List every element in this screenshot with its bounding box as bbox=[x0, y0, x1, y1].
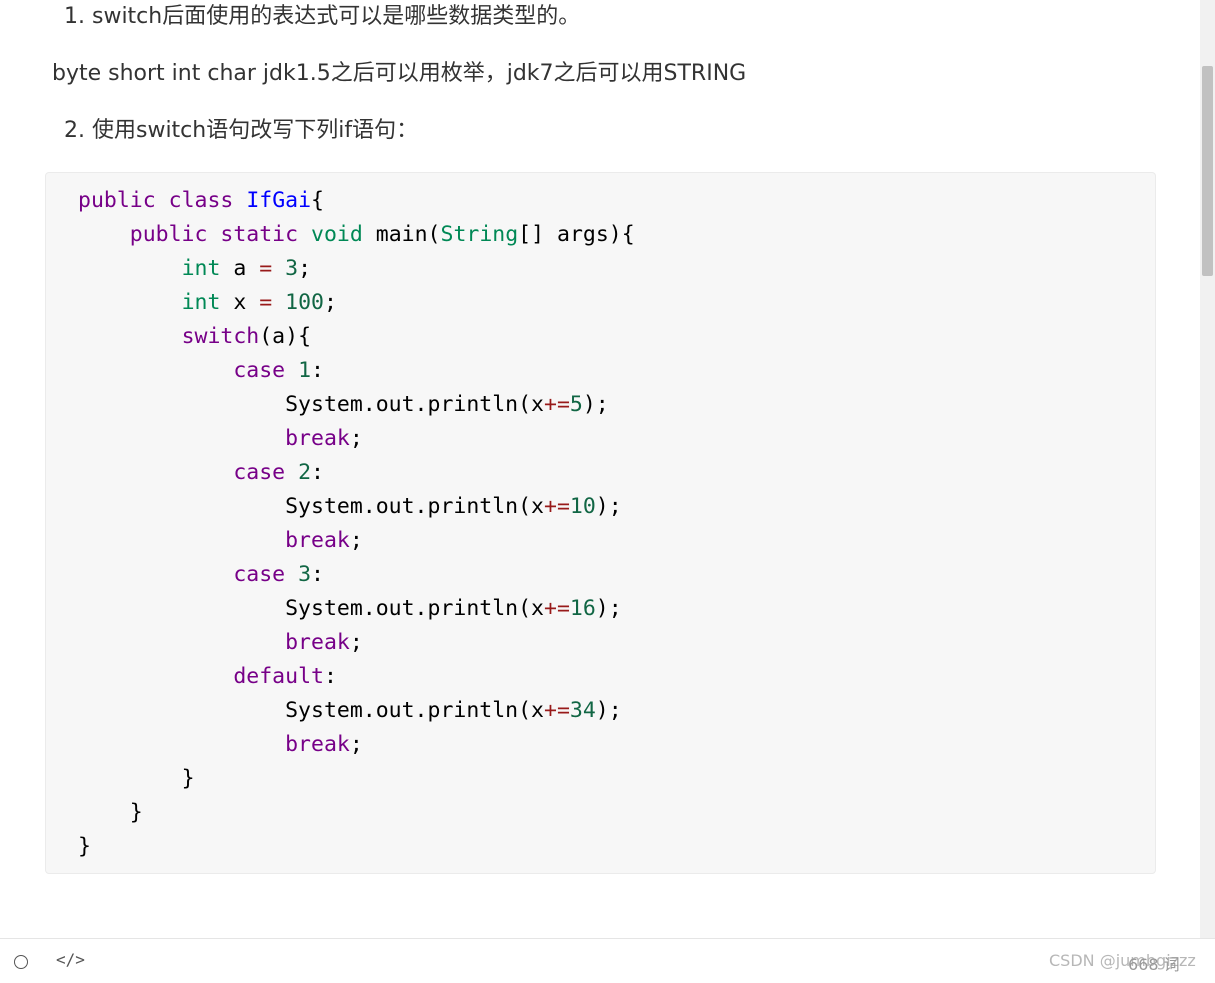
code-line: int a = 3; bbox=[78, 252, 635, 286]
code-token: int bbox=[181, 290, 221, 315]
code-token: class bbox=[168, 188, 234, 213]
editor-status-bar: </> CSDN @jumbgizzz 668 词 bbox=[0, 938, 1215, 983]
code-token: ); bbox=[582, 392, 609, 417]
code-token: 3 bbox=[298, 562, 312, 587]
code-token: ); bbox=[595, 698, 622, 723]
code-token: default bbox=[233, 664, 324, 689]
code-token: += bbox=[544, 596, 570, 621]
code-token: : bbox=[311, 358, 324, 383]
circle-icon[interactable] bbox=[14, 955, 28, 969]
question-1: 1. switch后面使用的表达式可以是哪些数据类型的。 bbox=[64, 4, 581, 29]
code-token: case bbox=[233, 358, 286, 383]
code-token: ; bbox=[349, 528, 363, 553]
code-token: case bbox=[233, 562, 286, 587]
code-token: 3 bbox=[285, 256, 299, 281]
code-line: default: bbox=[78, 660, 635, 694]
code-token: break bbox=[285, 630, 350, 655]
answer-1: byte short int char jdk1.5之后可以用枚举，jdk7之后… bbox=[52, 61, 747, 86]
code-token: : bbox=[323, 664, 337, 689]
word-count: 668 词 bbox=[1128, 955, 1180, 974]
code-line: break; bbox=[78, 728, 635, 762]
code-token: main( bbox=[375, 222, 441, 247]
code-line: break; bbox=[78, 422, 635, 456]
code-line: System.out.println(x+=34); bbox=[78, 694, 635, 728]
code-line: case 3: bbox=[78, 558, 635, 592]
code-line: public static void main(String[] args){ bbox=[78, 218, 635, 252]
code-token: 34 bbox=[569, 698, 596, 723]
code-token: = bbox=[259, 290, 273, 315]
scrollbar-thumb[interactable] bbox=[1202, 66, 1213, 276]
code-token: String bbox=[440, 222, 519, 247]
code-token: break bbox=[285, 528, 350, 553]
code-token: ); bbox=[595, 596, 622, 621]
code-token: public bbox=[78, 188, 156, 213]
code-line: System.out.println(x+=5); bbox=[78, 388, 635, 422]
code-token: ; bbox=[349, 732, 363, 757]
code-block[interactable]: public class IfGai{ public static void m… bbox=[45, 172, 1156, 874]
code-text: public class IfGai{ public static void m… bbox=[78, 184, 635, 864]
code-line: break; bbox=[78, 524, 635, 558]
vertical-scrollbar[interactable] bbox=[1200, 0, 1215, 938]
code-token: ; bbox=[324, 290, 337, 315]
article-content: 1. switch后面使用的表达式可以是哪些数据类型的。 byte short … bbox=[0, 0, 1200, 938]
code-token: break bbox=[285, 732, 350, 757]
code-line: System.out.println(x+=16); bbox=[78, 592, 635, 626]
code-token: 16 bbox=[569, 596, 596, 621]
code-view-icon[interactable]: </> bbox=[56, 950, 85, 969]
code-line: case 1: bbox=[78, 354, 635, 388]
code-token: : bbox=[311, 460, 324, 485]
code-token: += bbox=[544, 392, 570, 417]
code-token: : bbox=[311, 562, 324, 587]
code-token: switch bbox=[181, 324, 260, 349]
code-token: { bbox=[311, 188, 324, 213]
code-token: case bbox=[233, 460, 286, 485]
code-token: System.out.println(x bbox=[285, 596, 544, 621]
code-token: += bbox=[544, 494, 570, 519]
code-token: = bbox=[259, 256, 273, 281]
code-token: += bbox=[544, 698, 570, 723]
code-line: System.out.println(x+=10); bbox=[78, 490, 635, 524]
code-line: int x = 100; bbox=[78, 286, 635, 320]
code-token: void bbox=[311, 222, 363, 247]
code-line: } bbox=[78, 762, 635, 796]
code-token: System.out.println(x bbox=[285, 494, 544, 519]
code-token: a bbox=[233, 256, 247, 281]
code-token: 2 bbox=[298, 460, 312, 485]
code-line: case 2: bbox=[78, 456, 635, 490]
code-line: } bbox=[78, 796, 635, 830]
code-line: } bbox=[78, 830, 635, 864]
code-token: ); bbox=[595, 494, 622, 519]
code-token: } bbox=[129, 800, 143, 825]
code-token: } bbox=[78, 834, 91, 859]
code-token: (a){ bbox=[259, 324, 312, 349]
code-token: } bbox=[181, 766, 195, 791]
code-token: System.out.println(x bbox=[285, 392, 544, 417]
code-token: x bbox=[233, 290, 247, 315]
code-token: [] args){ bbox=[518, 222, 635, 247]
code-token: System.out.println(x bbox=[285, 698, 544, 723]
code-line: public class IfGai{ bbox=[78, 184, 635, 218]
code-token: 100 bbox=[285, 290, 325, 315]
code-token: ; bbox=[349, 426, 363, 451]
code-token: 1 bbox=[298, 358, 312, 383]
code-token: IfGai bbox=[246, 188, 312, 213]
code-token: ; bbox=[349, 630, 363, 655]
code-token: ; bbox=[298, 256, 312, 281]
code-token: 5 bbox=[569, 392, 583, 417]
code-token: 10 bbox=[569, 494, 596, 519]
code-token: static bbox=[220, 222, 299, 247]
code-token: public bbox=[129, 222, 208, 247]
code-line: switch(a){ bbox=[78, 320, 635, 354]
question-2: 2. 使用switch语句改写下列if语句： bbox=[64, 118, 419, 143]
code-token: break bbox=[285, 426, 350, 451]
code-token: int bbox=[181, 256, 221, 281]
code-line: break; bbox=[78, 626, 635, 660]
